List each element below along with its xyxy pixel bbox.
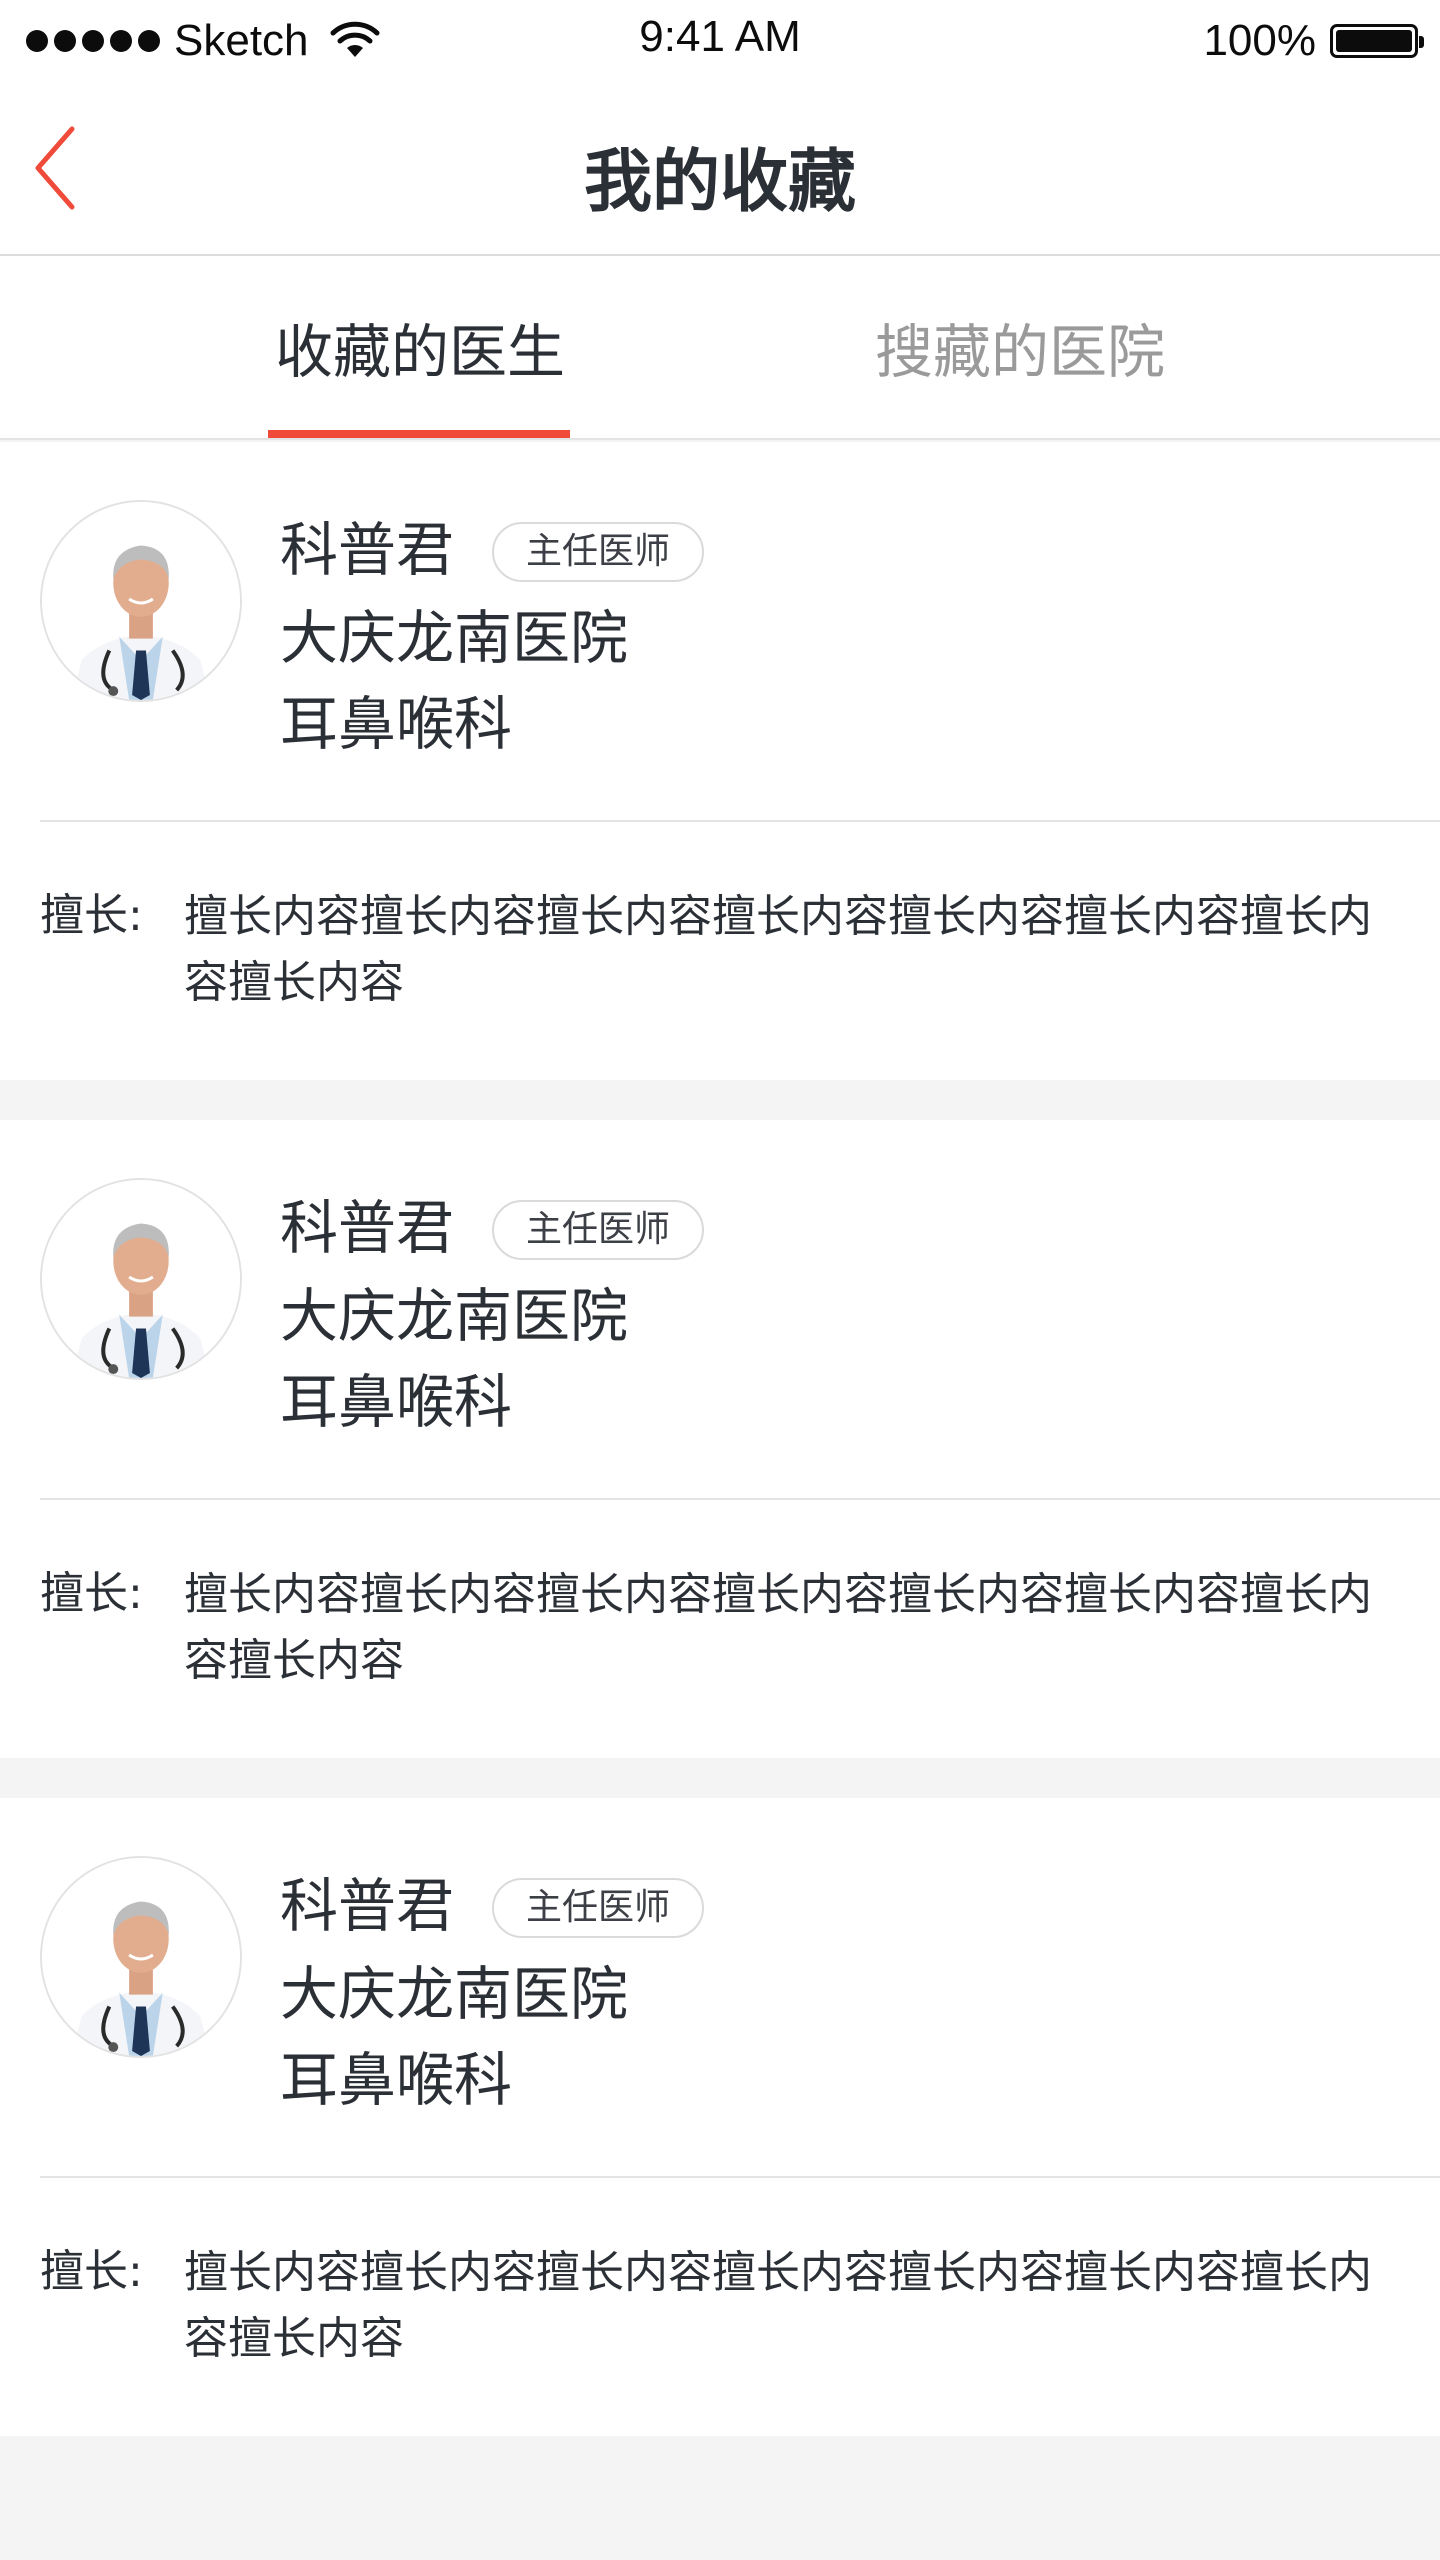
- doctor-title-badge: 主任医师: [492, 1878, 705, 1938]
- specialty-label: 擅长:: [40, 2246, 143, 2297]
- doctor-specialty-section: 擅长: 擅长内容擅长内容擅长内容擅长内容擅长内容擅长内容擅长内容擅长内容: [0, 1500, 1440, 1758]
- doctor-specialty-section: 擅长: 擅长内容擅长内容擅长内容擅长内容擅长内容擅长内容擅长内容擅长内容: [0, 822, 1440, 1080]
- doctor-card[interactable]: 科普君 主任医师 大庆龙南医院 耳鼻喉科 擅长: 擅长内容擅长内容擅长内容擅长内…: [0, 442, 1440, 1080]
- specialty-text: 擅长内容擅长内容擅长内容擅长内容擅长内容擅长内容擅长内容擅长内容: [184, 891, 1372, 1008]
- doctor-card-header: 科普君 主任医师 大庆龙南医院 耳鼻喉科: [40, 1798, 1440, 2178]
- battery-percentage: 100%: [1203, 16, 1316, 65]
- doctor-avatar: [40, 500, 242, 702]
- tab-favorite-hospitals[interactable]: 搜藏的医院: [850, 256, 1190, 438]
- doctor-hospital: 大庆龙南医院: [280, 604, 629, 672]
- doctor-department: 耳鼻喉科: [280, 1368, 513, 1436]
- active-tab-indicator: [268, 430, 570, 438]
- status-bar: Sketch 9:41 AM 100%: [0, 0, 1440, 82]
- specialty-label: 擅长:: [40, 890, 143, 941]
- specialty-text: 擅长内容擅长内容擅长内容擅长内容擅长内容擅长内容擅长内容擅长内容: [184, 2247, 1372, 2364]
- doctor-title-badge: 主任医师: [492, 522, 705, 582]
- doctor-card[interactable]: 科普君 主任医师 大庆龙南医院 耳鼻喉科 擅长: 擅长内容擅长内容擅长内容擅长内…: [0, 1120, 1440, 1758]
- doctor-hospital: 大庆龙南医院: [280, 1960, 629, 2028]
- tab-bar: 收藏的医生 搜藏的医院: [0, 256, 1440, 440]
- doctor-name: 科普君: [280, 1872, 455, 1940]
- doctor-hospital: 大庆龙南医院: [280, 1282, 629, 1350]
- battery-icon: [1330, 24, 1424, 58]
- specialty-label: 擅长:: [40, 1568, 143, 1619]
- tab-favorite-doctors[interactable]: 收藏的医生: [250, 256, 590, 438]
- doctor-specialty-section: 擅长: 擅长内容擅长内容擅长内容擅长内容擅长内容擅长内容擅长内容擅长内容: [0, 2178, 1440, 2436]
- doctor-department: 耳鼻喉科: [280, 2046, 513, 2114]
- specialty-text: 擅长内容擅长内容擅长内容擅长内容擅长内容擅长内容擅长内容擅长内容: [184, 1569, 1372, 1686]
- doctor-title-badge: 主任医师: [492, 1200, 705, 1260]
- doctor-department: 耳鼻喉科: [280, 690, 513, 758]
- doctor-card[interactable]: 科普君 主任医师 大庆龙南医院 耳鼻喉科 擅长: 擅长内容擅长内容擅长内容擅长内…: [0, 1798, 1440, 2436]
- doctor-card-header: 科普君 主任医师 大庆龙南医院 耳鼻喉科: [40, 442, 1440, 822]
- doctor-name: 科普君: [280, 1194, 455, 1262]
- navigation-bar: 我的收藏: [0, 82, 1440, 256]
- doctor-card-header: 科普君 主任医师 大庆龙南医院 耳鼻喉科: [40, 1120, 1440, 1500]
- doctor-avatar: [40, 1856, 242, 2058]
- status-right: 100%: [1203, 16, 1424, 66]
- page-title: 我的收藏: [583, 143, 856, 222]
- doctor-name: 科普君: [280, 516, 455, 584]
- doctor-avatar: [40, 1178, 242, 1380]
- doctor-list: 科普君 主任医师 大庆龙南医院 耳鼻喉科 擅长: 擅长内容擅长内容擅长内容擅长内…: [0, 442, 1440, 2476]
